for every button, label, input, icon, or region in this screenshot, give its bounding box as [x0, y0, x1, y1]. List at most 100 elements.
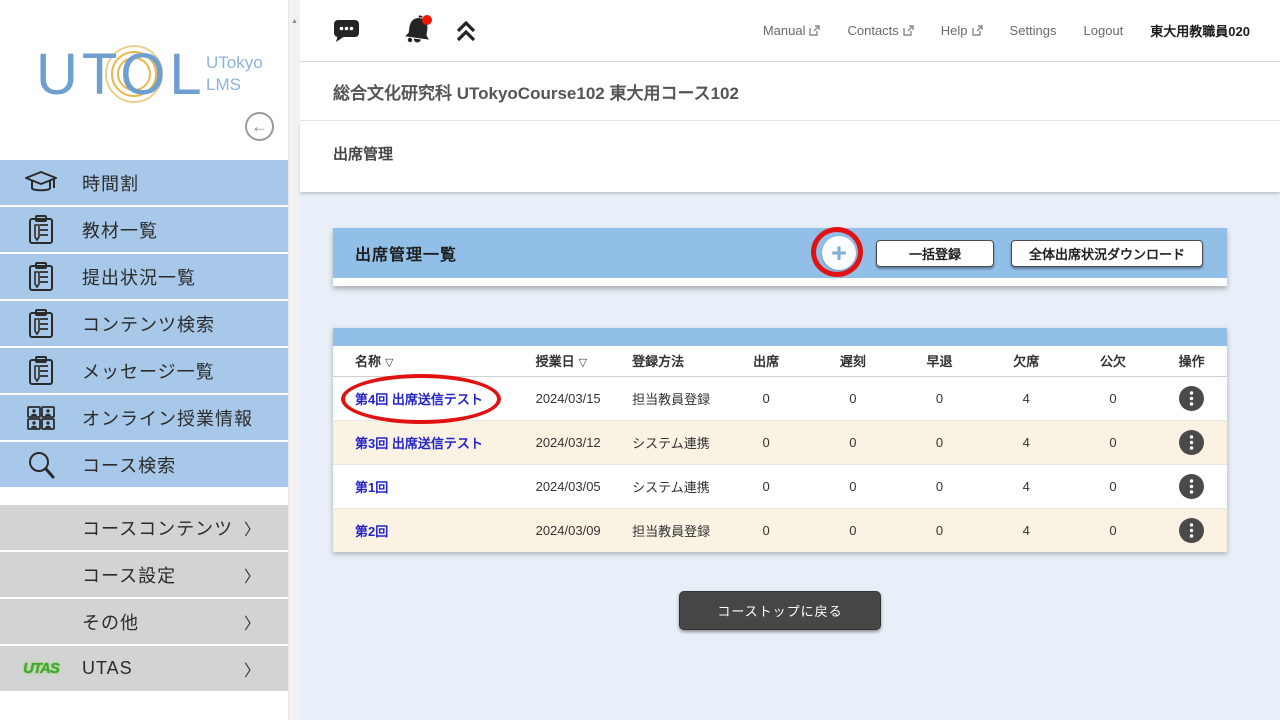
attendance-item-link[interactable]: 第4回 出席送信テスト	[355, 392, 483, 407]
download-attendance-button[interactable]: 全体出席状況ダウンロード	[1011, 240, 1203, 267]
table-header-row: 名称▽ 授業日▽ 登録方法 出席 遅刻 早退 欠席 公欠 操作	[333, 346, 1227, 376]
search-icon	[22, 449, 60, 481]
external-link-icon	[903, 25, 914, 36]
present-count: 0	[723, 376, 810, 420]
page-title: 出席管理	[333, 143, 1280, 164]
sidebar-item-course-search[interactable]: コース検索	[0, 442, 288, 489]
class-date: 2024/03/15	[514, 376, 611, 420]
sidebar-item-course-settings[interactable]: コース設定 〉	[0, 552, 288, 599]
row-actions-kebab-icon[interactable]	[1179, 430, 1204, 455]
sidebar-item-label: コース検索	[82, 452, 176, 478]
row-actions-kebab-icon[interactable]	[1179, 474, 1204, 499]
sidebar-item-messages[interactable]: メッセージ一覧	[0, 348, 288, 395]
row-actions-kebab-icon[interactable]	[1179, 386, 1204, 411]
sidebar-item-others[interactable]: その他 〉	[0, 599, 288, 646]
svg-text:UTOL: UTOL	[36, 42, 206, 107]
content: 出席管理一覧 + 一括登録 全体出席状況ダウンロード	[300, 192, 1280, 630]
external-link-icon	[809, 25, 820, 36]
collapse-topbar-chevrons-icon[interactable]	[454, 19, 478, 43]
settings-link[interactable]: Settings	[1010, 23, 1057, 38]
sidebar-item-timetable[interactable]: 時間割	[0, 160, 288, 207]
column-header-excused: 公欠	[1070, 346, 1157, 376]
clipboard-icon	[22, 355, 60, 387]
add-attendance-wrap: +	[822, 236, 856, 270]
register-method: 担当教員登録	[610, 508, 723, 552]
utas-logo-icon: UTAS	[22, 660, 60, 677]
register-method: 担当教員登録	[610, 376, 723, 420]
sidebar-item-label: コンテンツ検索	[82, 311, 215, 337]
class-date: 2024/03/12	[514, 420, 611, 464]
contacts-link[interactable]: Contacts	[847, 23, 913, 38]
logout-link[interactable]: Logout	[1084, 23, 1124, 38]
sidebar-collapse-button[interactable]: ←	[245, 112, 274, 141]
scroll-up-arrow-icon[interactable]: ▲	[289, 18, 300, 25]
user-name[interactable]: 東大用教職員020	[1150, 21, 1250, 40]
late-count: 0	[809, 464, 896, 508]
column-header-date[interactable]: 授業日▽	[514, 346, 611, 376]
column-header-late: 遅刻	[809, 346, 896, 376]
sidebar-item-utas[interactable]: UTAS UTAS 〉	[0, 646, 288, 693]
column-header-method: 登録方法	[610, 346, 723, 376]
early-leave-count: 0	[896, 508, 983, 552]
sidebar-item-label: 時間割	[82, 170, 139, 196]
absent-count: 4	[983, 508, 1070, 552]
utol-logo[interactable]: UTOL UTokyo LMS	[28, 30, 263, 125]
sidebar-item-label: コースコンテンツ	[82, 515, 233, 541]
column-header-name[interactable]: 名称▽	[333, 346, 514, 376]
help-link[interactable]: Help	[941, 23, 983, 38]
early-leave-count: 0	[896, 420, 983, 464]
sidebar-item-online-class-info[interactable]: オンライン授業情報	[0, 395, 288, 442]
column-header-absent: 欠席	[983, 346, 1070, 376]
column-header-early-leave: 早退	[896, 346, 983, 376]
early-leave-count: 0	[896, 464, 983, 508]
sidebar-item-label: コース設定	[82, 562, 176, 588]
absent-count: 4	[983, 420, 1070, 464]
back-arrow-icon: ←	[251, 117, 268, 136]
course-title-band: 総合文化研究科 UTokyoCourse102 東大用コース102	[300, 62, 1280, 121]
main-area: Manual Contacts Help Settings Logout 東	[300, 0, 1280, 720]
notifications-bell-icon[interactable]	[400, 13, 436, 49]
chevron-right-icon: 〉	[244, 516, 260, 540]
manual-link[interactable]: Manual	[763, 23, 821, 38]
logout-link-label: Logout	[1084, 23, 1124, 38]
chevron-right-icon: 〉	[244, 610, 260, 634]
sidebar-item-label: メッセージ一覧	[82, 358, 215, 384]
chat-icon[interactable]	[333, 18, 360, 43]
excused-count: 0	[1070, 464, 1157, 508]
sidebar-item-materials[interactable]: 教材一覧	[0, 207, 288, 254]
sidebar-item-submissions[interactable]: 提出状況一覧	[0, 254, 288, 301]
attendance-item-link[interactable]: 第3回 出席送信テスト	[355, 436, 483, 451]
sidebar-item-content-search[interactable]: コンテンツ検索	[0, 301, 288, 348]
attendance-table: 名称▽ 授業日▽ 登録方法 出席 遅刻 早退 欠席 公欠 操作	[333, 346, 1227, 552]
register-method: システム連携	[610, 420, 723, 464]
panel-title: 出席管理一覧	[355, 241, 457, 265]
column-header-actions: 操作	[1156, 346, 1227, 376]
attendance-list-panel: 出席管理一覧 + 一括登録 全体出席状況ダウンロード	[333, 228, 1227, 286]
bulk-register-button[interactable]: 一括登録	[876, 240, 994, 267]
sidebar: UTOL UTokyo LMS ← 時間割 教材一覧 提出状況一覧	[0, 0, 288, 720]
table-row: 第2回 2024/03/09 担当教員登録 0 0 0 4 0	[333, 508, 1227, 552]
add-attendance-button[interactable]: +	[822, 236, 856, 270]
sidebar-scrollbar[interactable]: ▲	[288, 0, 300, 720]
back-to-course-top-button[interactable]: コーストップに戻る	[679, 591, 880, 630]
sidebar-item-label: その他	[82, 609, 139, 635]
sidebar-group-gap	[0, 489, 288, 505]
logo-area: UTOL UTokyo LMS ←	[0, 0, 288, 160]
attendance-item-link[interactable]: 第1回	[355, 480, 388, 495]
settings-link-label: Settings	[1010, 23, 1057, 38]
class-date: 2024/03/05	[514, 464, 611, 508]
attendance-item-link[interactable]: 第2回	[355, 524, 388, 539]
sort-down-icon[interactable]: ▽	[385, 357, 393, 369]
row-actions-kebab-icon[interactable]	[1179, 518, 1204, 543]
graduation-cap-icon	[22, 167, 60, 199]
table-top-strip	[333, 328, 1227, 346]
sidebar-item-course-contents[interactable]: コースコンテンツ 〉	[0, 505, 288, 552]
table-row: 第3回 出席送信テスト 2024/03/12 システム連携 0 0 0 4 0	[333, 420, 1227, 464]
late-count: 0	[809, 376, 896, 420]
present-count: 0	[723, 464, 810, 508]
late-count: 0	[809, 420, 896, 464]
clipboard-icon	[22, 261, 60, 293]
sort-down-icon[interactable]: ▽	[579, 357, 587, 369]
late-count: 0	[809, 508, 896, 552]
column-header-present: 出席	[723, 346, 810, 376]
